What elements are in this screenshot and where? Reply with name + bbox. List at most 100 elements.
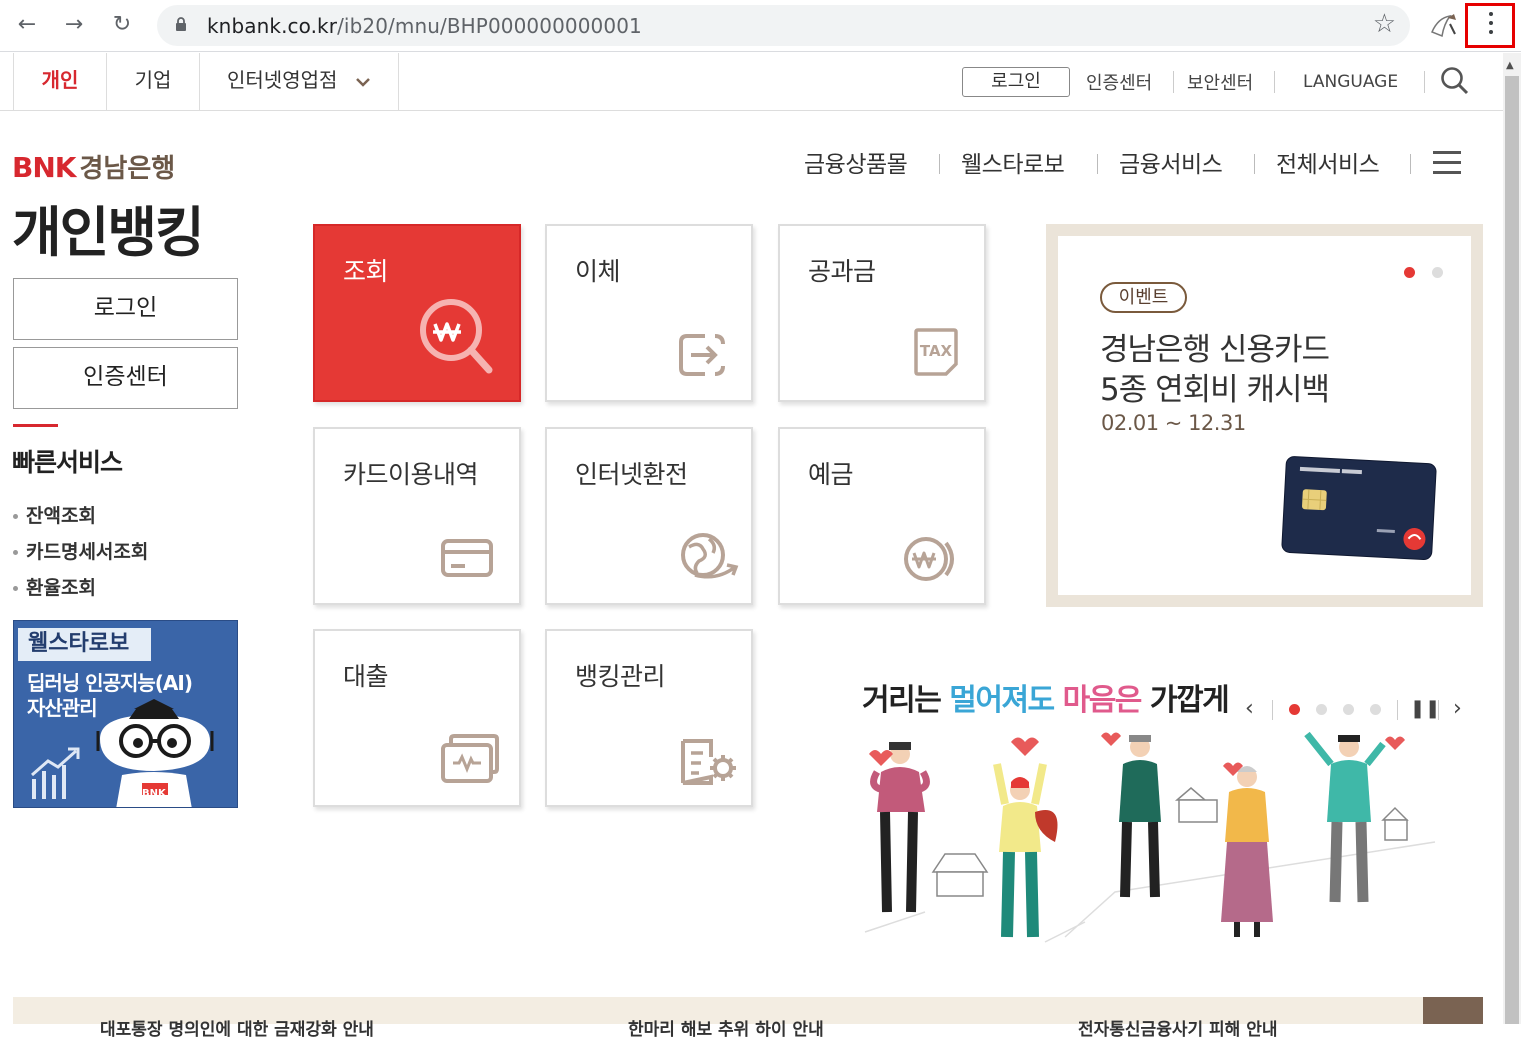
top-cert-link[interactable]: 인증센터 xyxy=(1086,69,1152,95)
reload-icon[interactable]: ↻ xyxy=(107,10,137,40)
tile-utility-bill[interactable]: 공과금 TAX xyxy=(778,224,986,402)
tile-banking-management[interactable]: 뱅킹관리 xyxy=(545,629,753,807)
notice-item[interactable]: 전자통신금융사기 피해 안내 xyxy=(1078,1015,1278,1040)
gnb-financial-service[interactable]: 금융서비스 xyxy=(1119,145,1223,179)
hamburger-menu-icon[interactable] xyxy=(1433,151,1461,175)
lock-icon xyxy=(176,17,186,31)
quick-item-card-statement[interactable]: 카드명세서조회 xyxy=(13,537,148,564)
campaign-dot[interactable] xyxy=(1370,704,1381,715)
campaign-dot[interactable] xyxy=(1316,704,1327,715)
won-coin-icon xyxy=(904,537,954,581)
credit-card-image xyxy=(1281,456,1437,561)
credit-card-icon xyxy=(441,539,493,577)
people-illustration xyxy=(864,730,1436,943)
page-title: 개인뱅킹 xyxy=(12,201,205,264)
next-arrow-icon[interactable]: › xyxy=(1453,696,1462,721)
gnb-all-service[interactable]: 전체서비스 xyxy=(1276,145,1380,179)
event-banner[interactable]: 이벤트 경남은행 신용카드 5종 연회비 캐시백 02.01 ~ 12.31 xyxy=(1046,224,1483,607)
event-date: 02.01 ~ 12.31 xyxy=(1101,411,1246,435)
tab-personal[interactable]: 개인 xyxy=(13,53,107,111)
tab-internet-branch[interactable]: 인터넷영업점 xyxy=(200,53,399,111)
bullet xyxy=(13,586,18,591)
quick-service-title: 빠른서비스 xyxy=(12,448,123,477)
divider xyxy=(1097,154,1098,174)
campaign-dot-active[interactable] xyxy=(1289,704,1300,715)
tile-inquiry[interactable]: 조회 xyxy=(313,224,521,402)
money-stack-icon xyxy=(441,734,499,783)
scroll-up-arrow-icon[interactable]: ▲ xyxy=(1506,60,1514,71)
notice-bar-button[interactable] xyxy=(1423,997,1483,1024)
top-language-link[interactable]: LANGUAGE xyxy=(1303,72,1398,92)
tile-label: 인터넷환전 xyxy=(575,460,688,489)
svg-text:TAX: TAX xyxy=(920,342,953,360)
bookmark-star-icon[interactable]: ☆ xyxy=(1373,9,1396,39)
event-tag: 이벤트 xyxy=(1100,282,1187,313)
url-text: knbank.co.kr/ib20/mnu/BHP000000000001 xyxy=(207,14,642,38)
divider xyxy=(1424,71,1425,93)
top-security-link[interactable]: 보안센터 xyxy=(1187,69,1253,95)
tab-corporate[interactable]: 기업 xyxy=(107,53,200,111)
divider xyxy=(1438,700,1439,720)
scrollbar-thumb[interactable] xyxy=(1505,76,1519,1024)
utility-nav: 개인 기업 인터넷영업점 로그인 인증센터 보안센터 LANGUAGE xyxy=(0,53,1503,111)
document-gear-icon xyxy=(681,739,736,785)
transfer-arrow-icon xyxy=(679,334,725,376)
logo-name: 경남은행 xyxy=(79,154,176,184)
prev-arrow-icon[interactable]: ‹ xyxy=(1245,696,1254,721)
accent-rule xyxy=(13,424,58,427)
back-arrow-icon[interactable]: ← xyxy=(12,10,42,40)
wealth-robo-banner[interactable]: 웰스타로보 딥러닝 인공지능(AI) 자산관리 BNK xyxy=(13,620,238,808)
carousel-dot[interactable] xyxy=(1432,267,1443,278)
quick-item-balance[interactable]: 잔액조회 xyxy=(13,501,96,528)
divider xyxy=(1272,700,1273,720)
tile-internet-exchange[interactable]: 인터넷환전 xyxy=(545,427,753,605)
login-button[interactable]: 로그인 xyxy=(13,278,238,340)
forward-arrow-icon[interactable]: → xyxy=(59,10,89,40)
divider xyxy=(1410,154,1411,174)
search-won-icon xyxy=(420,299,493,374)
search-icon[interactable] xyxy=(1440,66,1470,96)
top-login-button[interactable]: 로그인 xyxy=(962,67,1070,97)
cert-center-button[interactable]: 인증센터 xyxy=(13,347,238,409)
campaign-dot[interactable] xyxy=(1343,704,1354,715)
tile-label: 대출 xyxy=(343,662,389,691)
globe-exchange-icon xyxy=(681,533,739,579)
tax-document-icon: TAX xyxy=(914,328,958,376)
robot-illustration-icon xyxy=(31,699,214,807)
tile-label: 카드이용내역 xyxy=(343,460,479,489)
quick-item-exchange-rate[interactable]: 환율조회 xyxy=(13,573,96,600)
tile-label: 뱅킹관리 xyxy=(575,662,666,691)
divider xyxy=(1254,154,1255,174)
extension-icon[interactable] xyxy=(1428,10,1460,42)
gnb-wealth-robo[interactable]: 웰스타로보 xyxy=(961,145,1065,179)
bank-logo[interactable]: BNK 경남은행 xyxy=(12,148,175,185)
bullet xyxy=(13,514,18,519)
tile-deposit[interactable]: 예금 xyxy=(778,427,986,605)
divider xyxy=(939,154,940,174)
notice-item[interactable]: 한마리 해보 추위 하이 안내 xyxy=(628,1015,824,1040)
campaign-headline: 거리는 멀어져도 마음은 가깝게 xyxy=(862,683,1230,718)
tile-label: 조회 xyxy=(343,257,389,286)
pause-icon[interactable]: ❚❚ xyxy=(1410,698,1440,719)
logo-bnk: BNK xyxy=(12,151,76,184)
browser-toolbar: ← → ↻ knbank.co.kr/ib20/mnu/BHP000000000… xyxy=(0,0,1521,52)
tile-label: 공과금 xyxy=(808,257,876,286)
notice-item[interactable]: 대포통장 명의인에 대한 금재강화 안내 xyxy=(100,1015,374,1040)
bullet xyxy=(13,550,18,555)
chevron-down-icon xyxy=(356,78,370,87)
tile-label: 예금 xyxy=(808,460,854,489)
address-bar[interactable]: knbank.co.kr/ib20/mnu/BHP000000000001 ☆ xyxy=(157,5,1410,46)
event-title-line1: 경남은행 신용카드 xyxy=(1100,332,1330,368)
divider xyxy=(1397,700,1398,720)
tab-internet-branch-label: 인터넷영업점 xyxy=(227,68,338,92)
tile-card-usage[interactable]: 카드이용내역 xyxy=(313,427,521,605)
divider xyxy=(1173,71,1174,93)
tile-loan[interactable]: 대출 xyxy=(313,629,521,807)
carousel-dot-active[interactable] xyxy=(1404,267,1415,278)
robo-brand: BNK xyxy=(142,788,166,799)
gnb-product-mall[interactable]: 금융상품몰 xyxy=(804,145,908,179)
tile-transfer[interactable]: 이체 xyxy=(545,224,753,402)
robo-tag: 웰스타로보 xyxy=(18,628,151,661)
chrome-menu-icon[interactable] xyxy=(1489,12,1493,38)
divider xyxy=(1274,71,1275,93)
